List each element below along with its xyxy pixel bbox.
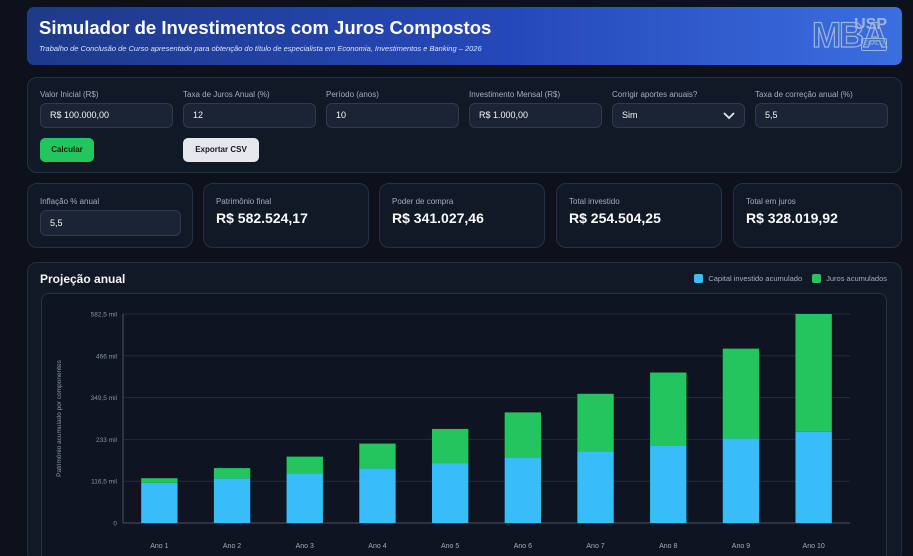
y-axis-label: Patrimônio acumulado por componentes [56,359,63,476]
bar-layer [141,314,832,523]
corrigir-aportes-value: Sim [622,110,638,120]
periodo-label: Período (anos) [326,90,379,99]
poder-compra-value: R$ 341.027,46 [392,210,484,226]
total-juros-label: Total em juros [746,197,796,206]
x-tick-label: Ano 7 [586,543,604,550]
bar-capital [286,473,323,523]
chart-card: Projeção anual Capital investido acumula… [27,262,902,556]
inflacao-card: Inflação % anual 5,5 [27,183,193,248]
legend-label-capital: Capital investido acumulado [708,274,803,283]
x-tick-label: Ano 2 [223,543,241,550]
bar-capital [577,451,614,523]
taxa-correcao-input[interactable]: 5,5 [755,103,888,128]
bar-juros [795,314,832,432]
x-tick-label: Ano 8 [659,543,677,550]
bar-juros [141,478,178,483]
bar-juros [650,372,687,446]
page-header: Simulador de Investimentos com Juros Com… [27,7,902,65]
x-tick-label: Ano 1 [150,543,168,550]
x-tick-label: Ano 4 [368,543,386,550]
form-card: Valor Inicial (R$) R$ 100.000,00 Taxa de… [27,77,902,173]
patrimonio-value: R$ 582.524,17 [216,210,308,226]
bar-juros [504,412,542,458]
bar-juros [359,443,396,469]
y-tick-label: 349,5 mil [91,395,118,402]
exportar-csv-button[interactable]: Exportar CSV [183,138,259,162]
periodo-input[interactable]: 10 [326,103,459,128]
calcular-button[interactable]: Calcular [40,138,94,162]
bar-capital [650,445,687,523]
bar-juros [577,393,614,452]
y-tick-label: 466 mil [96,353,118,360]
bar-juros [431,428,469,464]
chart-title: Projeção anual [40,272,126,286]
legend-label-juros: Juros acumulados [826,274,887,283]
x-tick-label: Ano 5 [441,543,459,550]
valor-inicial-label: Valor Inicial (R$) [40,90,99,99]
legend-swatch-capital [694,274,704,283]
total-investido-card: Total investido R$ 254.504,25 [556,183,722,248]
legend-item-capital[interactable]: Capital investido acumulado [694,274,802,283]
bar-capital [504,457,542,523]
chart-area: 0 116,5 mil 233 mil 349,5 mil 466 mil 582,5 m… [41,293,887,556]
bar-juros [213,468,251,479]
bar-juros [722,348,760,439]
bar-capital [795,431,832,523]
y-tick-label: 116,5 mil [91,479,117,486]
legend-item-juros[interactable]: Juros acumulados [812,274,887,283]
bar-capital [213,478,251,523]
inflacao-input[interactable]: 5,5 [40,210,181,236]
bar-juros [286,456,323,474]
bar-capital [431,463,469,523]
y-tick-label: 233 mil [96,437,118,444]
patrimonio-card: Patrimônio final R$ 582.524,17 [203,183,369,248]
bar-capital [359,468,396,523]
total-investido-label: Total investido [569,197,620,206]
corrigir-aportes-label: Corrigir aportes anuais? [612,90,698,99]
x-tick-label: Ano 6 [514,543,532,550]
x-tick-label: Ano 10 [803,543,825,550]
inflacao-label: Inflação % anual [40,197,100,206]
taxa-juros-input[interactable]: 12 [183,103,316,128]
page-subtitle: Trabalho de Conclusão de Curso apresenta… [39,44,482,53]
x-tick-label: Ano 9 [732,543,750,550]
taxa-juros-label: Taxa de Juros Anual (%) [183,90,270,99]
total-juros-value: R$ 328.019,92 [746,210,838,226]
chevron-down-icon [723,112,735,120]
bar-capital [722,438,760,523]
valor-inicial-input[interactable]: R$ 100.000,00 [40,103,173,128]
chart-legend: Capital investido acumulado Juros acumul… [694,274,887,283]
y-tick-label: 0 [113,521,117,528]
corrigir-aportes-select[interactable]: Sim [612,103,745,128]
legend-swatch-juros [812,274,822,283]
taxa-correcao-label: Taxa de correção anual (%) [755,90,853,99]
total-juros-card: Total em juros R$ 328.019,92 [733,183,902,248]
poder-compra-label: Poder de compra [392,197,454,206]
page-title: Simulador de Investimentos com Juros Com… [39,17,492,38]
investimento-mensal-input[interactable]: R$ 1.000,00 [469,103,602,128]
bar-chart: 0 116,5 mil 233 mil 349,5 mil 466 mil 582,5 m… [56,312,850,550]
mba-usp-logo: MBA USP ESALQ [811,16,888,55]
patrimonio-label: Patrimônio final [216,197,272,206]
bar-capital [141,482,178,523]
x-tick-label: Ano 3 [296,543,314,550]
total-investido-value: R$ 254.504,25 [569,210,661,226]
poder-compra-card: Poder de compra R$ 341.027,46 [379,183,545,248]
y-tick-label: 582,5 mil [91,312,118,319]
investimento-mensal-label: Investimento Mensal (R$) [469,90,561,99]
